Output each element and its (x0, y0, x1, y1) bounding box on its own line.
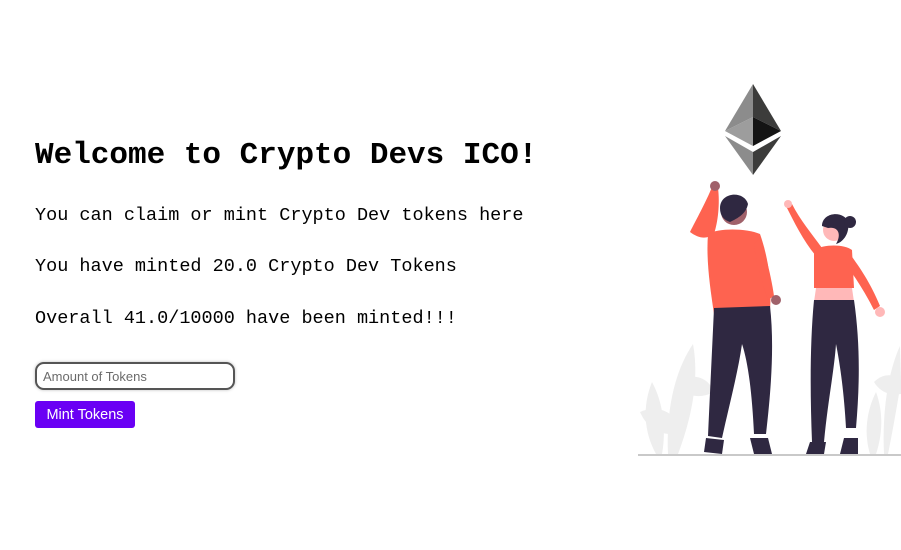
foliage-right (866, 346, 901, 454)
foliage-left (640, 344, 714, 454)
page: Welcome to Crypto Devs ICO! You can clai… (0, 0, 901, 550)
people-reaching-ethereum-illustration (638, 84, 901, 456)
amount-input[interactable] (35, 362, 235, 390)
description-text: You can claim or mint Crypto Dev tokens … (35, 205, 524, 226)
man-figure (690, 181, 781, 454)
minted-count-text: You have minted 20.0 Crypto Dev Tokens (35, 256, 457, 277)
page-title: Welcome to Crypto Devs ICO! (35, 138, 538, 173)
overall-minted-text: Overall 41.0/10000 have been minted!!! (35, 308, 457, 329)
hero-section: Welcome to Crypto Devs ICO! You can clai… (35, 136, 595, 428)
mint-tokens-button[interactable]: Mint Tokens (35, 401, 135, 428)
ethereum-icon (725, 84, 781, 175)
